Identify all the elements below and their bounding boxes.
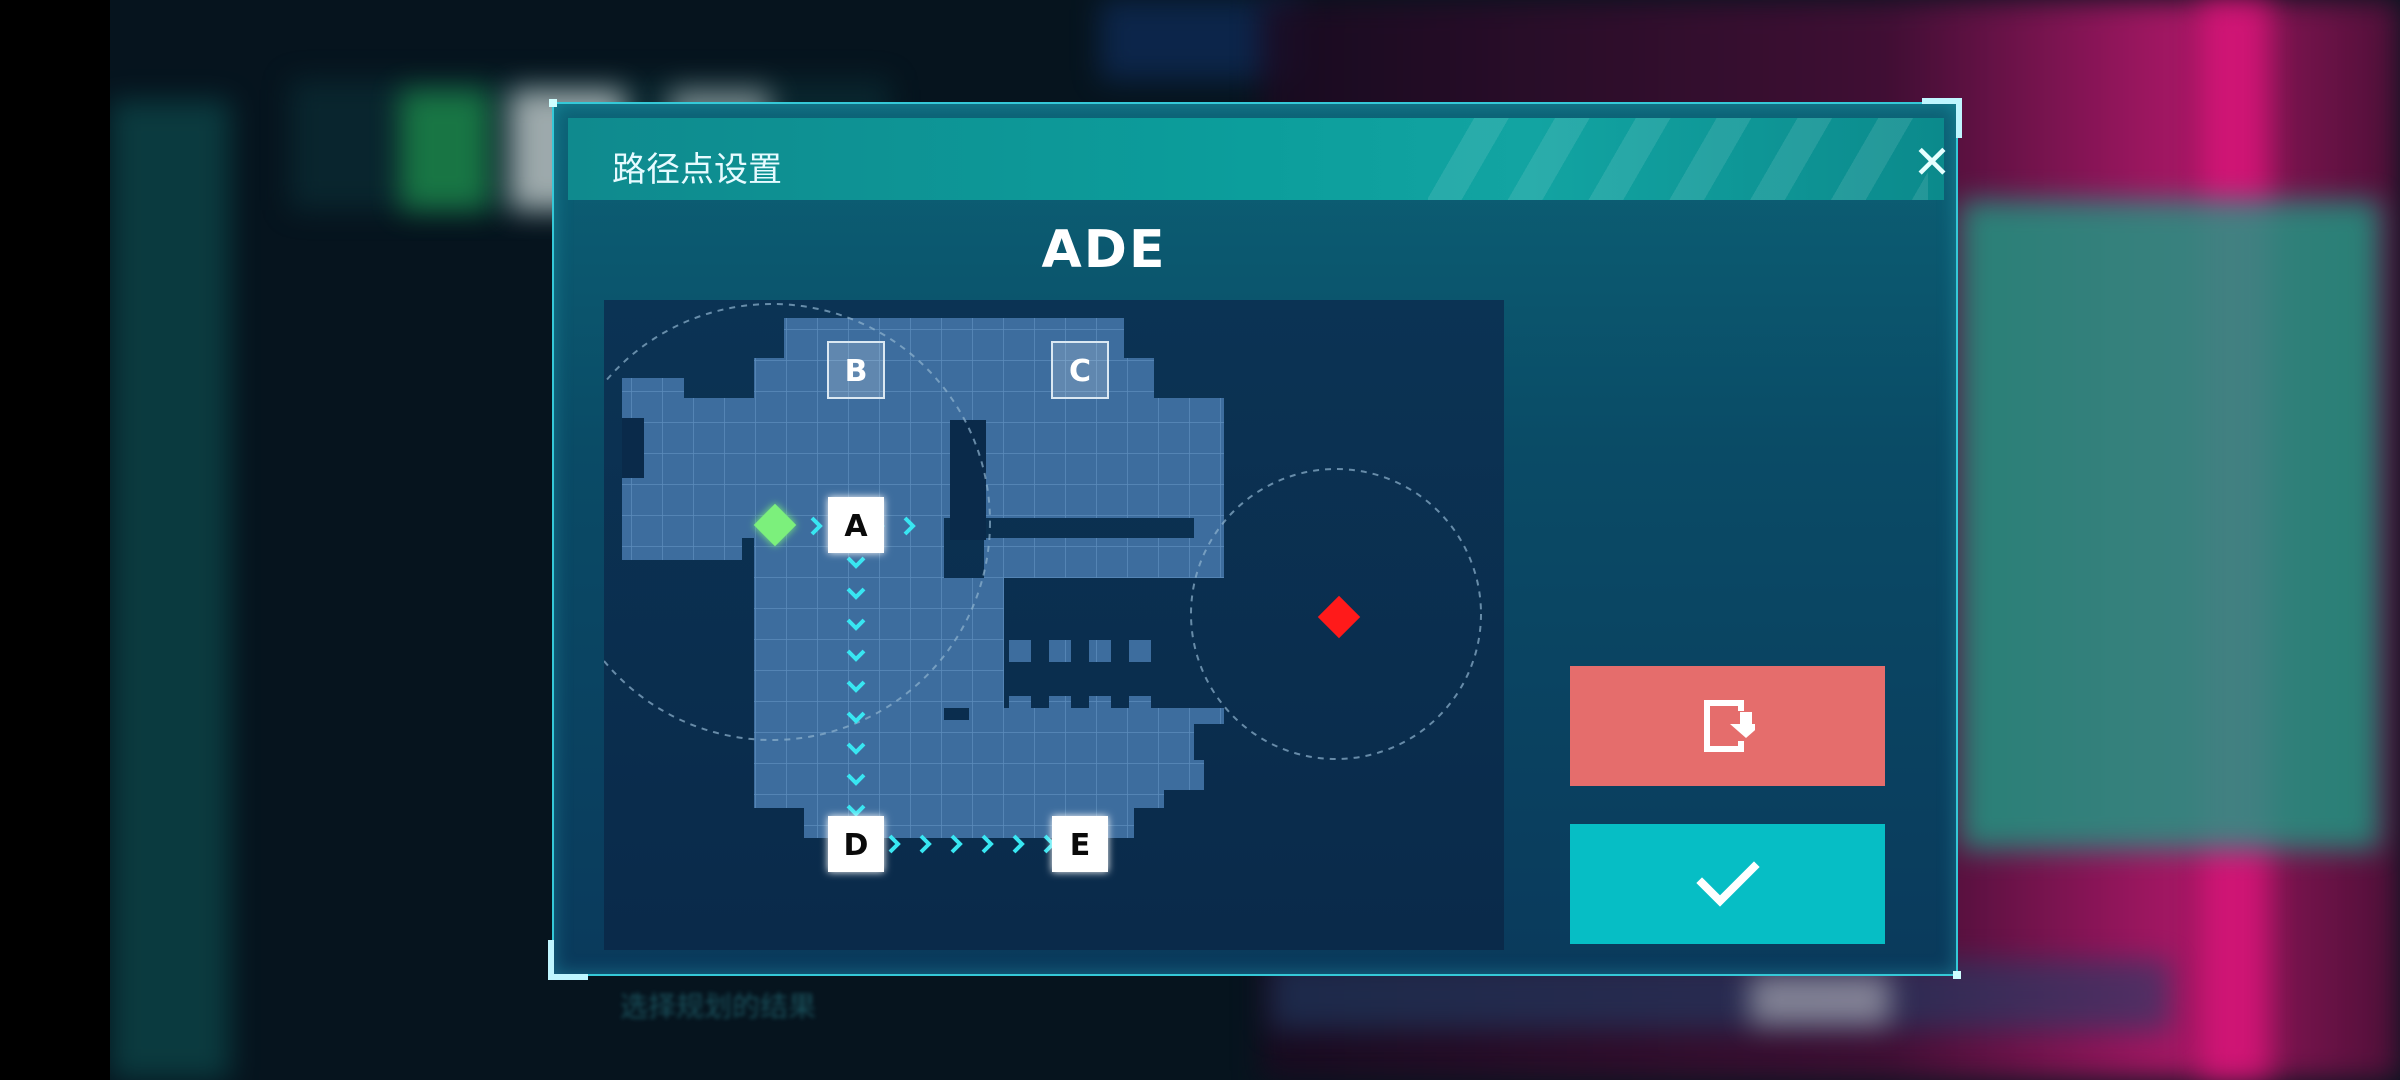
map-cell-block [784, 720, 1194, 760]
map-floor [622, 318, 1224, 838]
waypoint-a[interactable]: A [828, 497, 884, 553]
map-cell-block [1089, 640, 1111, 662]
path-arrow-icon [1012, 834, 1025, 854]
frame-dot [1953, 971, 1961, 979]
waypoint-label: D [844, 828, 869, 863]
path-arrow-icon [981, 834, 994, 854]
map-cell-block [1089, 696, 1111, 720]
map-cell-block [984, 538, 1224, 578]
frame-corner [548, 940, 588, 980]
target-marker-icon [1317, 595, 1361, 639]
map-cell-block [784, 760, 1164, 808]
path-arrow-icon [888, 834, 901, 854]
path-arrow-icon [919, 834, 932, 854]
map-cell-block [1144, 760, 1204, 790]
map-cell-block [1129, 640, 1151, 662]
bg-inventory-slot [400, 90, 490, 210]
waypoint-c[interactable]: C [1051, 341, 1109, 399]
path-arrow-icon [1043, 834, 1056, 854]
map-cell-block [1009, 640, 1031, 662]
map-cell-block [684, 398, 1194, 518]
map-panel: A B C D E [604, 300, 1504, 950]
close-button[interactable]: ✕ [1904, 134, 1960, 190]
map-cell-block [1194, 398, 1224, 538]
map-cell-block [1009, 696, 1031, 720]
map-canvas: A B C D E [604, 303, 1482, 872]
map-wall [950, 420, 986, 540]
reset-waypoints-button[interactable] [1570, 666, 1885, 786]
waypoint-e[interactable]: E [1052, 816, 1108, 872]
bg-left-panel [110, 100, 230, 1080]
bg-bottom-button [1750, 975, 1890, 1025]
bg-hint-text: 选择规划的结果 [620, 990, 817, 1023]
map-cell-block [969, 696, 991, 720]
frame-dot [549, 99, 557, 107]
header-stripes [1428, 118, 1928, 200]
waypoint-settings-dialog: 路径点设置 ✕ ADE A B C D E [548, 98, 1962, 980]
reset-icon [1703, 700, 1755, 752]
waypoint-label: C [1069, 354, 1091, 389]
map-cell-block [1049, 696, 1071, 720]
dialog-title: 路径点设置 [612, 150, 782, 190]
map-cell-block [1129, 696, 1151, 720]
map-cell-block [1049, 640, 1071, 662]
confirm-button[interactable] [1570, 824, 1885, 944]
waypoint-label: E [1070, 828, 1091, 863]
route-name: ADE [1041, 220, 1167, 280]
checkmark-icon [1695, 861, 1760, 907]
map-cell-block [969, 640, 991, 662]
close-icon: ✕ [1912, 135, 1952, 189]
bg-monster [1960, 200, 2380, 850]
waypoint-label: A [844, 509, 868, 544]
waypoint-b[interactable]: B [827, 341, 885, 399]
path-arrow-icon [950, 834, 963, 854]
waypoint-d[interactable]: D [828, 816, 884, 872]
waypoint-label: B [845, 354, 868, 389]
map-wall [622, 418, 644, 478]
